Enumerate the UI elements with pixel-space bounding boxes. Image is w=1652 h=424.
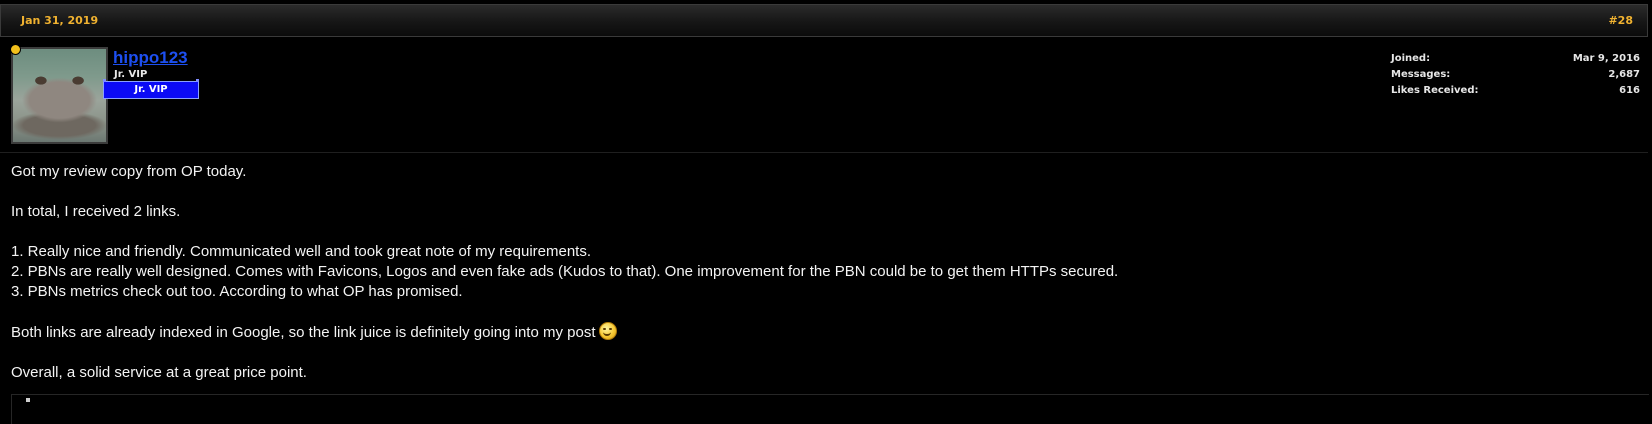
banner-tab-left [103, 79, 106, 82]
stat-likes-received: Likes Received: 616 [1391, 85, 1640, 101]
post-line: Overall, a solid service at a great pric… [11, 364, 307, 381]
signature-box-edge [11, 394, 1649, 424]
forum-post: Jan 31, 2019 #28 hippo123 Jr. VIP Jr. VI… [0, 0, 1652, 424]
stat-label: Likes Received: [1391, 85, 1479, 96]
post-line-with-smiley: Both links are already indexed in Google… [11, 322, 1631, 343]
post-line: 2. PBNs are really well designed. Comes … [11, 263, 1119, 280]
user-banner: Jr. VIP [103, 79, 199, 99]
post-date-link[interactable]: Jan 31, 2019 [21, 14, 98, 27]
user-stats: Joined: Mar 9, 2016 Messages: 2,687 Like… [1391, 53, 1640, 101]
stat-label: Messages: [1391, 69, 1451, 80]
stat-value: 616 [1619, 85, 1640, 96]
username-link[interactable]: hippo123 [113, 48, 188, 68]
banner-tab-right [196, 79, 199, 82]
post-permalink[interactable]: #28 [1608, 14, 1633, 27]
stat-joined: Joined: Mar 9, 2016 [1391, 53, 1640, 69]
hippo-avatar-image [13, 49, 106, 142]
post-line: In total, I received 2 links. [11, 203, 181, 220]
signature-marker [26, 398, 30, 402]
stat-messages: Messages: 2,687 [1391, 69, 1640, 85]
post-line: Got my review copy from OP today. [11, 163, 247, 180]
stat-label: Joined: [1391, 53, 1431, 64]
divider [0, 152, 1648, 153]
line-break [11, 343, 1631, 363]
post-line: 3. PBNs metrics check out too. According… [11, 283, 463, 300]
avatar[interactable] [11, 47, 108, 144]
online-status-indicator [10, 44, 21, 55]
user-banner-label: Jr. VIP [134, 84, 168, 95]
stat-value: Mar 9, 2016 [1572, 53, 1640, 64]
post-body: Got my review copy from OP today. In tot… [11, 162, 1631, 383]
user-info-block: hippo123 Jr. VIP Jr. VIP Joined: Mar 9, … [0, 37, 1648, 152]
grin-smiley-icon [598, 322, 617, 340]
post-line-text: Both links are already indexed in Google… [11, 324, 596, 341]
post-header: Jan 31, 2019 #28 [0, 4, 1648, 37]
post-line: 1. Really nice and friendly. Communicate… [11, 243, 592, 260]
line-break [11, 182, 1631, 202]
stat-value[interactable]: 2,687 [1608, 69, 1640, 80]
line-break [11, 302, 1631, 322]
user-title: Jr. VIP [114, 69, 148, 80]
line-break [11, 222, 1631, 242]
